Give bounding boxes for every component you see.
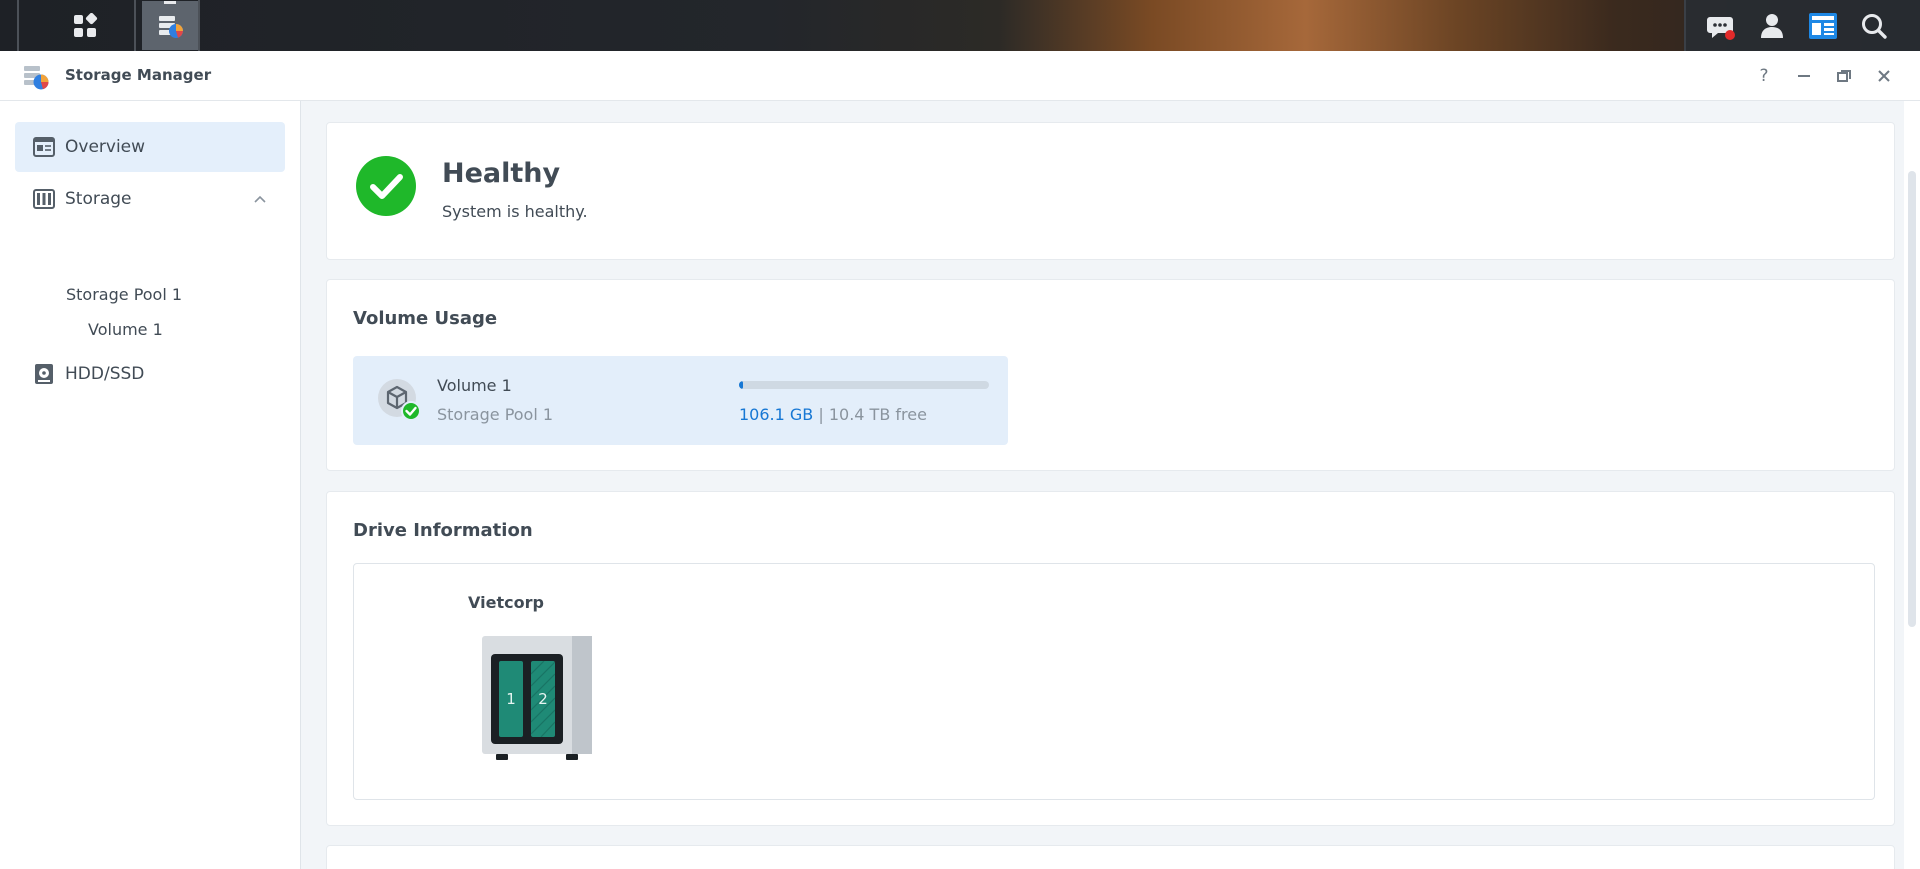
restore-icon [1837,70,1851,82]
volume-usage-card: Volume Usage Volume 1 Storage Pool 1 106… [326,279,1895,471]
sidebar-item-label: HDD/SSD [65,364,145,384]
drive-information-card: Drive Information Vietcorp 1 2 [326,491,1895,826]
storage-manager-taskbar-button[interactable] [142,1,198,50]
drive-bay-1-label: 1 [506,690,516,708]
volume-pool: Storage Pool 1 [437,405,554,424]
device-name: Vietcorp [468,593,544,612]
volume-used: 106.1 GB [739,405,814,424]
volume-name: Volume 1 [437,376,512,395]
next-card [326,845,1895,869]
volume-separator: | [818,405,824,424]
sidebar: Overview Storage Storage Pool 1 Volume 1 [0,101,301,869]
drive-device-panel: Vietcorp 1 2 [353,563,1875,800]
help-button[interactable]: ? [1752,64,1776,88]
nas-device-icon[interactable]: 1 2 [479,634,595,762]
window-titlebar[interactable]: Storage Manager ? [0,51,1920,101]
volume-healthy-icon [378,379,421,421]
storage-icon [33,189,55,209]
taskbar-separator [134,0,136,51]
main-menu-button[interactable] [57,0,113,51]
sidebar-item-overview[interactable]: Overview [15,122,285,172]
volume-tile[interactable]: Volume 1 Storage Pool 1 106.1 GB | 10.4 … [353,356,1008,445]
search-button[interactable] [1849,0,1899,51]
sidebar-item-label: Storage [65,189,132,209]
main-content: Healthy System is healthy. Volume Usage … [301,101,1904,869]
healthy-check-icon [356,156,416,216]
volume-usage-bar [739,381,989,389]
window-title: Storage Manager [65,66,212,84]
volume-free: 10.4 TB free [828,405,927,424]
scrollbar-thumb[interactable] [1908,171,1916,627]
sidebar-item-storage[interactable]: Storage [15,174,285,224]
content-scrollbar[interactable] [1904,101,1920,869]
taskbar [0,0,1920,51]
sidebar-item-volume-1[interactable]: Volume 1 [88,320,163,339]
close-button[interactable] [1872,64,1896,88]
main-menu-icon [74,12,98,37]
health-status-card: Healthy System is healthy. [326,122,1895,260]
status-subtitle: System is healthy. [442,202,588,221]
hdd-icon [35,364,53,384]
volume-usage-title: Volume Usage [353,308,498,329]
sidebar-item-label: Overview [65,137,146,157]
storage-manager-window: Storage Manager ? Overview Storage Stora… [0,51,1920,869]
search-icon [1862,13,1887,39]
notification-icon [1707,16,1735,40]
user-icon [1761,13,1783,38]
taskbar-separator [198,0,200,51]
taskbar-separator [17,0,19,51]
user-button[interactable] [1747,0,1797,51]
minimize-button[interactable] [1792,64,1816,88]
status-title: Healthy [442,158,561,189]
widgets-button[interactable] [1798,0,1848,51]
restore-button[interactable] [1832,64,1856,88]
drive-information-title: Drive Information [353,520,533,541]
taskbar-tray [1684,0,1920,51]
storage-manager-app-icon [159,15,183,38]
help-icon: ? [1759,66,1769,86]
sidebar-item-storage-pool-1[interactable]: Storage Pool 1 [66,285,182,304]
storage-manager-app-icon [24,66,49,90]
volume-usage-stats: 106.1 GB | 10.4 TB free [739,405,927,424]
sidebar-item-hdd-ssd[interactable]: HDD/SSD [15,349,285,399]
notification-button[interactable] [1696,0,1746,51]
overview-icon [33,137,55,157]
close-icon [1878,70,1890,82]
minimize-icon [1798,75,1810,77]
widgets-icon [1809,12,1837,39]
chevron-up-icon[interactable] [253,192,267,206]
volume-usage-bar-fill [739,381,743,389]
drive-bay-2-label: 2 [538,690,548,708]
